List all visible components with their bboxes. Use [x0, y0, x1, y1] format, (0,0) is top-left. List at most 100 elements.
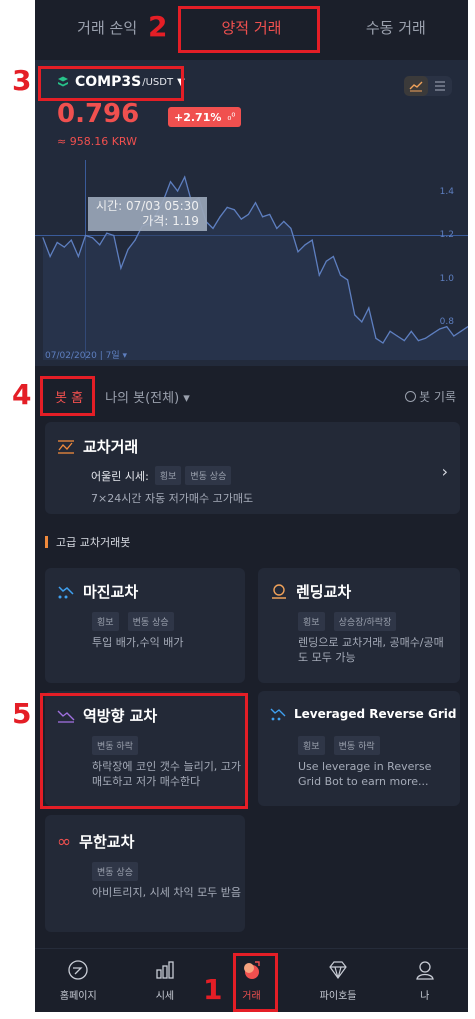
tag: 변동 상승 — [92, 862, 138, 881]
leveraged-reverse-grid-tags: 횡보 변동 하락 — [298, 734, 384, 755]
annotation-number: 5 — [12, 697, 32, 730]
tag: 변동 하락 — [333, 736, 380, 755]
list-icon[interactable] — [428, 76, 452, 96]
tab-manual-trading[interactable]: 수동 거래 — [324, 0, 468, 55]
data-point — [269, 213, 271, 216]
data-point — [325, 260, 327, 262]
tag: 횡보 — [298, 736, 325, 755]
annotation-number: 2 — [148, 10, 168, 43]
line-chart-icon[interactable] — [404, 76, 428, 96]
tag: 변동 상승 — [127, 612, 174, 631]
tag: 변동 상승 — [185, 466, 232, 485]
lending-grid-icon — [272, 583, 286, 599]
market-icon — [156, 961, 174, 979]
my-bots-dropdown[interactable]: 나의 봇(전체) ▾ — [105, 387, 190, 406]
home-icon — [68, 960, 88, 980]
data-point — [389, 330, 391, 332]
annotation-box — [178, 6, 320, 53]
data-point — [134, 239, 136, 241]
data-point — [375, 337, 377, 339]
data-point — [99, 244, 101, 246]
infinity-grid-desc: 아비트리지, 시세 차익 모두 받음 — [92, 886, 242, 899]
nav-pihodl-label: 파이호들 — [319, 991, 357, 1002]
nav-pihodl[interactable]: 파이호들 — [295, 949, 382, 1012]
annotation-number: 4 — [12, 378, 32, 411]
tag: 횡보 — [154, 466, 182, 485]
leveraged-reverse-grid-title: Leveraged Reverse Grid — [294, 707, 457, 721]
margin-grid-title: 마진교차 — [83, 583, 139, 601]
lending-grid-tags: 횡보 상승장/하락장 — [298, 610, 400, 631]
grid-chart-icon — [58, 439, 74, 454]
grid-trading-card[interactable]: 교차거래 어울린 시세: 횡보 변동 상승 7×24시간 자동 저가매수 고가매… — [45, 422, 460, 514]
data-point — [176, 190, 179, 192]
leveraged-reverse-grid-title-row: Leveraged Reverse Grid — [270, 707, 456, 721]
y-axis-label: 0.8 — [439, 317, 454, 327]
lending-grid-desc: 렌딩으로 교차거래, 공매수/공매도 모두 가능 — [298, 636, 444, 664]
chevron-right-icon: › — [441, 462, 448, 481]
data-point — [261, 216, 264, 218]
grid-trading-title-row: 교차거래 — [57, 436, 138, 457]
data-point — [410, 330, 412, 332]
nav-market[interactable]: 시세 — [122, 949, 209, 1012]
tooltip-time: 시간: 07/03 05:30 — [96, 199, 199, 213]
leveraged-reverse-grid-card[interactable]: Leveraged Reverse Grid 횡보 변동 하락 Use leve… — [258, 691, 460, 806]
data-point — [226, 206, 228, 209]
clock-icon — [405, 390, 417, 402]
lending-grid-title-row: 렌딩교차 — [270, 581, 351, 602]
infinity-grid-card[interactable]: ∞ 무한교차 변동 상승 아비트리지, 시세 차익 모두 받음 — [45, 815, 245, 932]
y-axis-label: 1.0 — [439, 274, 454, 284]
date-range-selector[interactable]: 07/02/2020 | 7일 ▾ — [45, 348, 127, 361]
nav-me[interactable]: 나 — [381, 949, 468, 1012]
tag: 상승장/하락장 — [333, 612, 397, 631]
section-label-text: 고급 교차거래봇 — [56, 536, 131, 549]
grid-trading-desc: 7×24시간 자동 저가매수 고가매도 — [91, 492, 254, 505]
leveraged-reverse-grid-desc: Use leverage in Reverse Grid Bot to earn… — [298, 760, 432, 788]
data-point — [276, 227, 278, 230]
margin-grid-card[interactable]: 마진교차 횡보 변동 상승 투입 배가,수익 배가 — [45, 568, 245, 683]
data-point — [91, 237, 94, 239]
tag: 횡보 — [298, 612, 325, 631]
data-point — [368, 307, 370, 309]
annotation-box — [233, 953, 278, 1012]
data-point — [247, 213, 250, 216]
nav-home[interactable]: 홈페이지 — [35, 949, 122, 1012]
data-point — [439, 328, 441, 330]
bot-records-link[interactable]: 봇 기록 — [405, 388, 456, 405]
data-point — [417, 340, 420, 342]
data-point — [304, 244, 306, 246]
data-point — [84, 234, 87, 237]
nav-me-label: 나 — [420, 991, 430, 1002]
infinity-grid-title: 무한교차 — [79, 833, 135, 851]
data-point — [332, 255, 335, 258]
data-point — [63, 246, 65, 248]
lending-grid-card[interactable]: 렌딩교차 횡보 상승장/하락장 렌딩으로 교차거래, 공매수/공매도 모두 가능 — [258, 568, 460, 683]
chart-tooltip: 시간: 07/03 05:30 가격: 1.19 — [88, 197, 207, 231]
data-point — [212, 227, 214, 230]
price-line-chart[interactable] — [35, 160, 468, 360]
bot-records-label: 봇 기록 — [419, 389, 456, 404]
annotation-number: 3 — [12, 64, 32, 97]
percent-icon[interactable]: ₀⁰ — [227, 112, 235, 123]
y-axis-label: 1.4 — [439, 187, 454, 197]
price-change-badge: +2.71% ₀⁰ — [168, 107, 242, 127]
annotation-box — [40, 693, 248, 809]
annotation-box — [38, 66, 184, 101]
grid-market-row: 어울린 시세: 횡보 변동 상승 — [91, 466, 235, 485]
infinity-grid-tags: 변동 상승 — [92, 860, 142, 881]
data-point — [382, 342, 384, 344]
data-point — [184, 176, 186, 178]
data-point — [240, 218, 242, 220]
nav-home-label: 홈페이지 — [59, 991, 97, 1002]
leveraged-grid-icon — [270, 708, 286, 721]
lending-grid-title: 렌딩교차 — [296, 583, 352, 601]
annotation-number: 1 — [203, 973, 223, 1006]
data-point — [311, 239, 313, 241]
data-point — [361, 321, 363, 323]
data-point — [77, 255, 80, 258]
data-point — [403, 340, 405, 342]
data-point — [354, 314, 356, 316]
data-point — [120, 267, 122, 269]
data-point — [339, 274, 342, 276]
data-point — [70, 239, 72, 241]
data-point — [113, 234, 115, 237]
